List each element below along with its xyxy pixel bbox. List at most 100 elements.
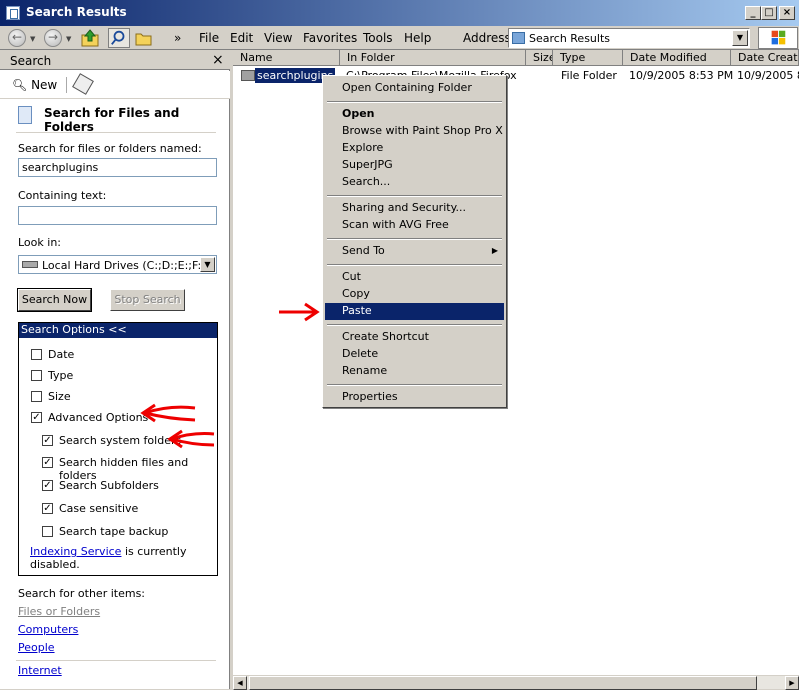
menu-explore[interactable]: Explore [325, 140, 504, 157]
hidden-files-checkbox[interactable]: ✓ [42, 457, 53, 468]
close-button[interactable]: × [779, 6, 795, 20]
column-date-created[interactable]: Date Create [731, 50, 799, 66]
menu-file[interactable]: File [199, 31, 219, 45]
toolbar: ← ▼ → ▼ » File Edit View Favorites Tools… [0, 26, 799, 50]
menu-help[interactable]: Help [404, 31, 431, 45]
menu-sharing-security[interactable]: Sharing and Security... [325, 200, 504, 217]
search-files-heading: Search for Files and Folders [18, 102, 218, 134]
scroll-thumb[interactable] [249, 676, 757, 690]
menu-scan-avg[interactable]: Scan with AVG Free [325, 217, 504, 234]
size-checkbox[interactable] [31, 391, 42, 402]
menu-rename[interactable]: Rename [325, 363, 504, 380]
menu-search[interactable]: Search... [325, 174, 504, 191]
column-type[interactable]: Type [553, 50, 623, 66]
advanced-options-label: Advanced Options [48, 411, 149, 424]
column-name[interactable]: Name [233, 50, 340, 66]
case-sensitive-checkbox[interactable]: ✓ [42, 503, 53, 514]
search-pane-toolbar: 🔍︎ New [0, 71, 230, 99]
subfolders-label: Search Subfolders [59, 479, 159, 492]
annotation-arrow-icon [167, 429, 215, 449]
menu-paste[interactable]: Paste [325, 303, 504, 320]
back-dropdown-icon[interactable]: ▼ [30, 35, 35, 43]
up-folder-icon[interactable] [80, 28, 102, 48]
menu-copy[interactable]: Copy [325, 286, 504, 303]
menu-edit[interactable]: Edit [230, 31, 253, 45]
results-pane: Name In Folder Size Type Date Modified D… [233, 50, 799, 689]
title-bar[interactable]: Search Results _ □ × [0, 0, 799, 26]
column-in-folder[interactable]: In Folder [340, 50, 526, 66]
window-title: Search Results [26, 5, 127, 19]
close-icon[interactable]: × [212, 52, 224, 68]
new-search-button[interactable]: 🔍︎ New [12, 78, 57, 92]
new-label: New [31, 78, 58, 92]
internet-link[interactable]: Internet [18, 664, 62, 677]
menu-tools[interactable]: Tools [363, 31, 393, 45]
computers-link[interactable]: Computers [18, 623, 78, 636]
containing-label: Containing text: [18, 189, 107, 202]
menu-separator [327, 195, 502, 197]
menu-delete[interactable]: Delete [325, 346, 504, 363]
date-label: Date [48, 348, 75, 361]
horizontal-scrollbar[interactable]: ◀ ▶ [233, 675, 799, 690]
search-icon[interactable] [108, 28, 130, 48]
menu-separator [327, 264, 502, 266]
date-checkbox[interactable] [31, 349, 42, 360]
address-dropdown-icon[interactable]: ▼ [732, 30, 748, 46]
forward-arrow-icon[interactable]: → [44, 29, 62, 47]
containing-text-input[interactable] [18, 206, 217, 225]
tape-backup-checkbox[interactable] [42, 526, 53, 537]
subfolders-checkbox[interactable]: ✓ [42, 480, 53, 491]
lookin-label: Look in: [18, 236, 61, 249]
people-link[interactable]: People [18, 641, 55, 654]
menu-create-shortcut[interactable]: Create Shortcut [325, 329, 504, 346]
address-bar[interactable]: Search Results ▼ [508, 28, 750, 48]
indexing-note: Indexing Service is currently disabled. [30, 545, 186, 571]
lookin-dropdown-icon[interactable]: ▼ [200, 257, 215, 272]
scroll-right-icon[interactable]: ▶ [785, 676, 799, 690]
indexing-service-link[interactable]: Indexing Service [30, 545, 121, 558]
change-preferences-icon[interactable] [72, 73, 94, 95]
menu-separator [327, 384, 502, 386]
lookin-select[interactable]: Local Hard Drives (C:;D:;E:;F:) ▼ [18, 255, 217, 274]
search-options-header[interactable]: Search Options << [19, 323, 217, 338]
annotation-arrow-icon [140, 403, 196, 423]
menu-favorites[interactable]: Favorites [303, 31, 357, 45]
chevron-icon[interactable]: » [174, 31, 181, 45]
minimize-button[interactable]: _ [745, 6, 761, 20]
folders-icon[interactable] [133, 28, 155, 48]
submenu-arrow-icon: ▶ [491, 246, 498, 255]
stop-search-button[interactable]: Stop Search [110, 289, 185, 311]
menu-properties[interactable]: Properties [325, 389, 504, 406]
column-date-modified[interactable]: Date Modified [623, 50, 731, 66]
address-value: Search Results [529, 32, 611, 45]
maximize-button[interactable]: □ [761, 6, 777, 20]
size-label: Size [48, 390, 71, 403]
filename-input[interactable]: searchplugins [18, 158, 217, 177]
menu-browse-paint-shop[interactable]: Browse with Paint Shop Pro X [325, 123, 504, 140]
system-folders-checkbox[interactable]: ✓ [42, 435, 53, 446]
search-now-button[interactable]: Search Now [17, 288, 92, 312]
divider [16, 660, 216, 661]
column-headers: Name In Folder Size Type Date Modified D… [233, 50, 799, 66]
advanced-options-checkbox[interactable]: ✓ [31, 412, 42, 423]
back-arrow-icon[interactable]: ← [8, 29, 26, 47]
type-checkbox[interactable] [31, 370, 42, 381]
menu-open-containing-folder[interactable]: Open Containing Folder [325, 80, 504, 97]
named-label: Search for files or folders named: [18, 142, 202, 155]
result-type: File Folder [561, 69, 617, 82]
menu-cut[interactable]: Cut [325, 269, 504, 286]
explorer-window: Search Results _ □ × ← ▼ → ▼ » File Edit… [0, 0, 799, 690]
forward-dropdown-icon[interactable]: ▼ [66, 35, 71, 43]
system-folders-label: Search system folders [59, 434, 182, 447]
menu-send-to[interactable]: Send To ▶ [325, 243, 504, 260]
column-size[interactable]: Size [526, 50, 553, 66]
menu-open[interactable]: Open [325, 106, 504, 123]
toolbar-divider [66, 77, 67, 93]
menu-separator [327, 238, 502, 240]
address-label: Address [463, 31, 511, 45]
search-results-icon [6, 6, 20, 20]
files-or-folders-link[interactable]: Files or Folders [18, 605, 100, 618]
menu-superjpg[interactable]: SuperJPG [325, 157, 504, 174]
scroll-left-icon[interactable]: ◀ [233, 676, 247, 690]
menu-view[interactable]: View [264, 31, 292, 45]
